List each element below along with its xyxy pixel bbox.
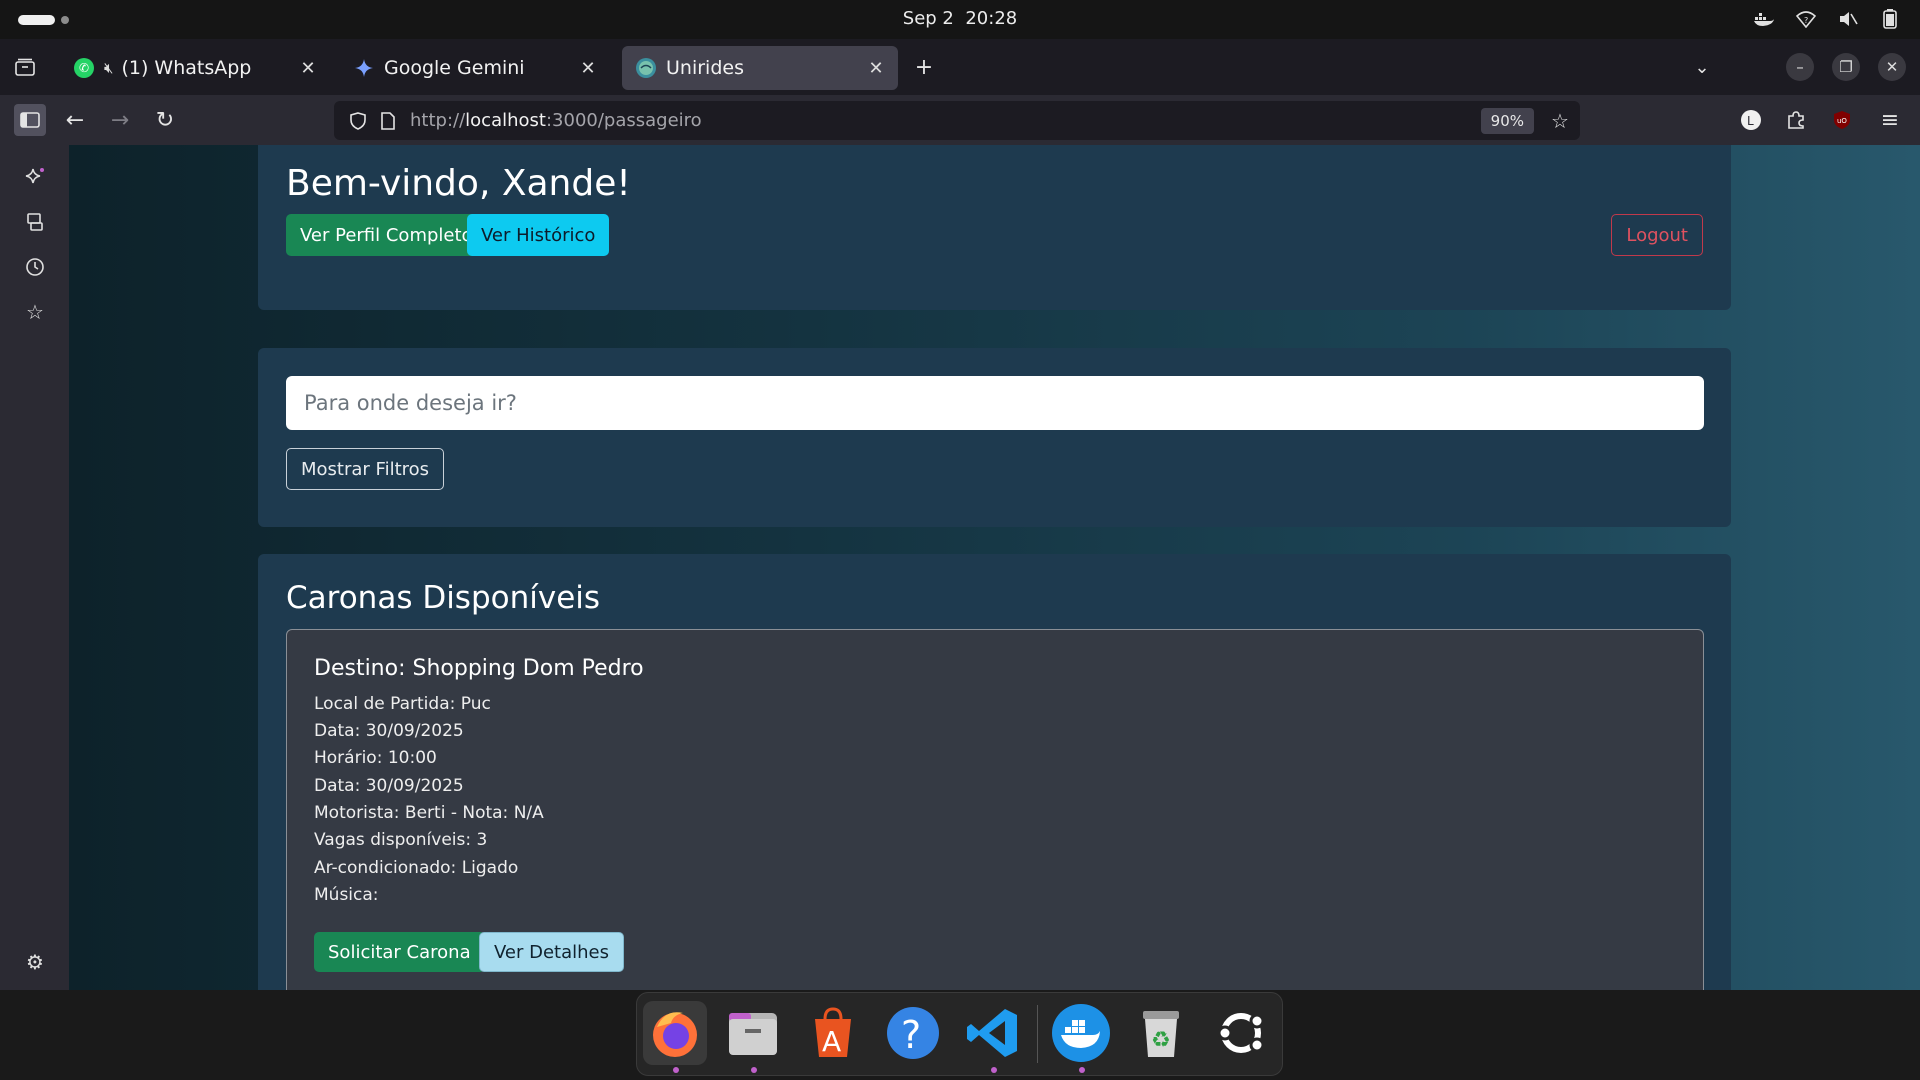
svg-text:A: A bbox=[822, 1025, 841, 1058]
dock: A ? ♻ bbox=[636, 992, 1283, 1076]
docker-tray-icon[interactable] bbox=[1752, 7, 1776, 31]
volume-muted-icon[interactable] bbox=[1836, 7, 1860, 31]
view-ride-details-button[interactable]: Ver Detalhes bbox=[479, 932, 624, 972]
browser-nav-bar: ← → ↻ http://localhost:3000/passageiro 9… bbox=[0, 95, 1920, 145]
ride-date-repeat: Data: 30/09/2025 bbox=[314, 776, 464, 796]
svg-text:?: ? bbox=[1804, 16, 1808, 25]
ride-driver: Motorista: Berti - Nota: N/A bbox=[314, 803, 544, 823]
running-indicator bbox=[991, 1067, 997, 1073]
ubuntu-icon[interactable] bbox=[1209, 1001, 1273, 1065]
tab-whatsapp[interactable]: ✆ 🔇︎ (1) WhatsApp ✕ bbox=[60, 46, 330, 90]
sidebar-settings-gear-icon[interactable]: ⚙ bbox=[20, 947, 50, 977]
welcome-heading: Bem-vindo, Xande! bbox=[286, 163, 631, 204]
firefox-view-icon[interactable] bbox=[9, 51, 41, 83]
ride-date: Data: 30/09/2025 bbox=[314, 721, 464, 741]
svg-text:♻: ♻ bbox=[1151, 1028, 1171, 1053]
destination-search-input[interactable] bbox=[286, 376, 1704, 430]
reload-icon[interactable]: ↻ bbox=[149, 104, 181, 136]
web-page-viewport: Bem-vindo, Xande! Ver Perfil Completo Ve… bbox=[69, 145, 1920, 990]
ride-destination: Destino: Shopping Dom Pedro bbox=[314, 656, 644, 681]
system-tray[interactable]: ? bbox=[1752, 7, 1902, 31]
extensions-puzzle-icon[interactable] bbox=[1780, 104, 1812, 136]
ride-time: Horário: 10:00 bbox=[314, 748, 437, 768]
files-icon[interactable] bbox=[721, 1001, 785, 1065]
whatsapp-icon: ✆ bbox=[74, 58, 94, 78]
speaker-muted-icon[interactable]: 🔇︎ bbox=[104, 59, 113, 77]
available-rides-card: Caronas Disponíveis Destino: Shopping Do… bbox=[258, 554, 1731, 990]
list-all-tabs-icon[interactable]: ⌄ bbox=[1686, 51, 1718, 83]
zoom-level-badge[interactable]: 90% bbox=[1480, 108, 1534, 134]
app-menu-hamburger-icon[interactable]: ≡ bbox=[1874, 104, 1906, 136]
system-top-bar: Sep 2 20:28 ? bbox=[0, 0, 1920, 39]
ride-music: Música: bbox=[314, 885, 379, 905]
bookmark-star-icon[interactable]: ☆ bbox=[1544, 105, 1576, 137]
bookmarks-star-icon[interactable]: ☆ bbox=[20, 297, 50, 327]
page-info-icon[interactable] bbox=[372, 105, 404, 137]
ride-card: Destino: Shopping Dom Pedro Local de Par… bbox=[286, 629, 1704, 990]
wifi-icon[interactable]: ? bbox=[1794, 7, 1818, 31]
synced-tabs-icon[interactable] bbox=[20, 207, 50, 237]
url-bar[interactable]: http://localhost:3000/passageiro 90% ☆ bbox=[334, 101, 1580, 140]
tab-google-gemini[interactable]: Google Gemini ✕ bbox=[340, 46, 610, 90]
request-ride-button[interactable]: Solicitar Carona bbox=[314, 932, 485, 972]
tab-title: (1) WhatsApp bbox=[121, 57, 252, 79]
ride-air-conditioning: Ar-condicionado: Ligado bbox=[314, 858, 519, 878]
firefox-icon[interactable] bbox=[643, 1001, 707, 1065]
clock[interactable]: Sep 2 20:28 bbox=[0, 8, 1920, 29]
back-icon[interactable]: ← bbox=[59, 104, 91, 136]
trash-icon[interactable]: ♻ bbox=[1129, 1001, 1193, 1065]
account-icon[interactable]: L bbox=[1735, 104, 1767, 136]
view-full-profile-button[interactable]: Ver Perfil Completo bbox=[286, 214, 487, 256]
sidebar-toggle-icon[interactable] bbox=[14, 104, 46, 136]
svg-text:L: L bbox=[1747, 114, 1754, 128]
logout-button[interactable]: Logout bbox=[1611, 214, 1703, 256]
minimize-window-icon[interactable]: – bbox=[1786, 53, 1814, 81]
available-rides-heading: Caronas Disponíveis bbox=[286, 580, 601, 616]
close-tab-icon[interactable]: ✕ bbox=[864, 56, 888, 80]
tab-title: Google Gemini bbox=[384, 57, 525, 79]
battery-icon[interactable] bbox=[1878, 7, 1902, 31]
search-card: Mostrar Filtros bbox=[258, 348, 1731, 527]
docker-icon[interactable] bbox=[1049, 1001, 1113, 1065]
running-indicator bbox=[673, 1067, 679, 1073]
desktop: Sep 2 20:28 ? ✆ 🔇︎ (1) WhatsApp ✕ Google… bbox=[0, 0, 1920, 1080]
forward-icon[interactable]: → bbox=[104, 104, 136, 136]
gemini-icon bbox=[354, 58, 374, 78]
close-tab-icon[interactable]: ✕ bbox=[576, 56, 600, 80]
browser-tab-strip: ✆ 🔇︎ (1) WhatsApp ✕ Google Gemini ✕ Unir… bbox=[0, 39, 1920, 95]
tab-unirides[interactable]: Unirides ✕ bbox=[622, 46, 898, 90]
vscode-icon[interactable] bbox=[961, 1001, 1025, 1065]
ride-departure: Local de Partida: Puc bbox=[314, 694, 491, 714]
app-center-icon[interactable]: A bbox=[801, 1001, 865, 1065]
running-indicator bbox=[751, 1067, 757, 1073]
help-icon[interactable]: ? bbox=[881, 1001, 945, 1065]
show-filters-button[interactable]: Mostrar Filtros bbox=[286, 448, 445, 490]
dock-separator bbox=[1037, 1005, 1038, 1063]
ublock-origin-icon[interactable]: uO bbox=[1826, 104, 1858, 136]
svg-text:uO: uO bbox=[1837, 117, 1847, 125]
history-clock-icon[interactable] bbox=[20, 252, 50, 282]
running-indicator bbox=[1079, 1067, 1085, 1073]
url-text[interactable]: http://localhost:3000/passageiro bbox=[410, 110, 702, 131]
ai-chatbot-sparkle-icon[interactable] bbox=[20, 162, 50, 192]
close-tab-icon[interactable]: ✕ bbox=[296, 56, 320, 80]
view-history-button[interactable]: Ver Histórico bbox=[467, 214, 610, 256]
tracking-protection-shield-icon[interactable] bbox=[342, 105, 374, 137]
new-tab-icon[interactable]: + bbox=[908, 51, 940, 83]
restore-window-icon[interactable]: ❐ bbox=[1832, 53, 1860, 81]
close-window-icon[interactable]: ✕ bbox=[1878, 53, 1906, 81]
unirides-favicon bbox=[636, 58, 656, 78]
tab-title: Unirides bbox=[666, 57, 744, 79]
ride-seats: Vagas disponíveis: 3 bbox=[314, 830, 488, 850]
svg-text:?: ? bbox=[901, 1013, 921, 1057]
browser-sidebar: ☆ ⚙ bbox=[0, 145, 69, 990]
welcome-card: Bem-vindo, Xande! Ver Perfil Completo Ve… bbox=[258, 145, 1731, 310]
